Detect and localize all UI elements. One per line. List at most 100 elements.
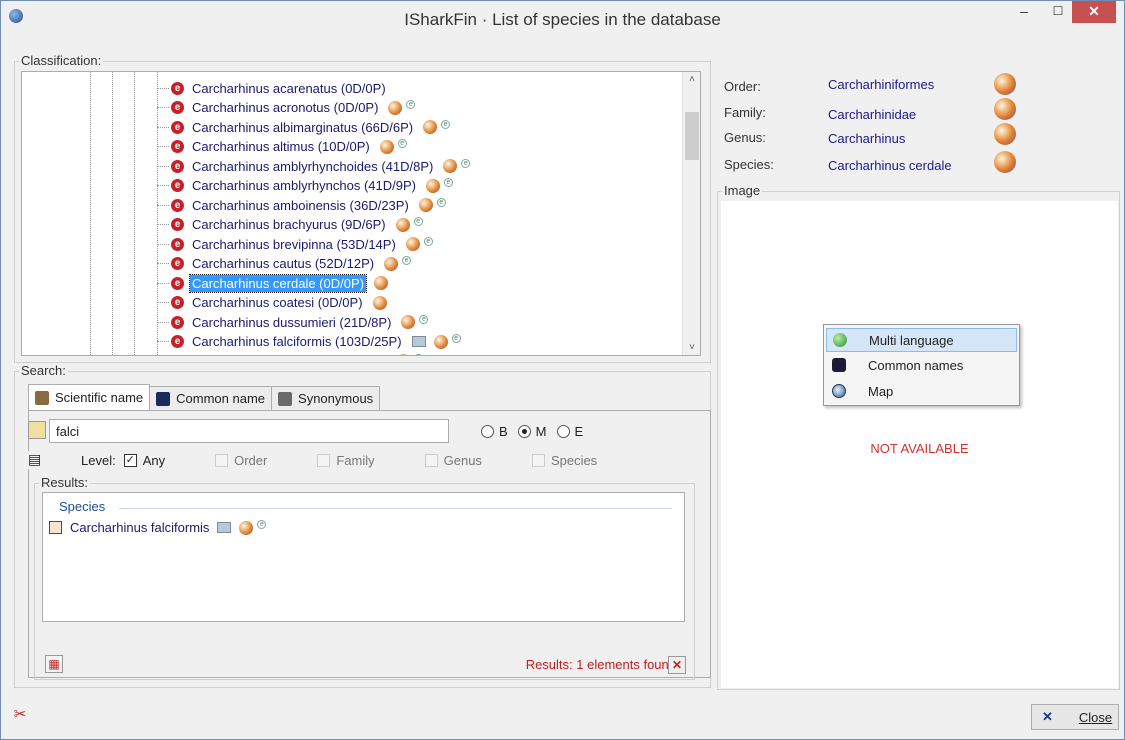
menu-item-multi-language[interactable]: Multi language [826,328,1017,352]
tool-icon[interactable]: ✂ [11,705,29,723]
radio-begin[interactable] [481,425,494,438]
globe-icon[interactable] [443,159,458,173]
species-status-icon: e [171,179,184,192]
tree-item[interactable]: e Carcharhinus albimarginatus (66D/6P) e [157,117,451,137]
tree-item[interactable]: e Carcharhinus falciformis (103D/25P) e [157,332,461,352]
export-results-icon[interactable]: ▦ [45,655,63,673]
close-window-button[interactable]: ✕ [1072,1,1116,23]
globe-icon[interactable] [405,237,420,251]
species-status-icon: e [171,198,184,212]
tree-item[interactable]: e Carcharhinus coatesi (0D/0P) [157,293,387,313]
level-genus-checkbox [424,454,438,467]
tree-item[interactable]: e Carcharhinus dussumieri (21D/8P) e [157,312,429,332]
mini-globe-icon[interactable]: e [402,256,412,265]
tree-item[interactable]: e Carcharhinus fitzroyensis (0D/0P) e [157,351,424,355]
level-genus-label: Genus [443,453,482,468]
mini-globe-icon[interactable]: e [257,520,267,529]
tab-synonymous[interactable]: Synonymous [271,386,381,410]
order-value[interactable]: Carcharhiniformes [828,77,934,92]
mini-globe-icon[interactable]: e [436,197,446,207]
order-globe-icon[interactable] [994,73,1016,95]
globe-icon[interactable] [384,256,399,271]
tree-item[interactable]: e Carcharhinus cautus (52D/12P) e [157,254,412,274]
mini-globe-icon[interactable]: e [419,314,429,324]
search-input[interactable] [49,419,449,443]
mini-globe-icon[interactable]: e [443,178,453,187]
mini-globe-icon[interactable]: e [397,139,407,148]
scroll-down-icon[interactable]: ˅ [683,342,700,353]
species-value[interactable]: Carcharhinus cerdale [828,158,952,173]
genus-value[interactable]: Carcharhinus [828,131,905,146]
globe-icon[interactable] [433,334,448,349]
tab-scientific-name[interactable]: Scientific name [28,384,151,410]
results-list[interactable]: Species Carcharhinus falciformis e [42,492,685,622]
tree-item[interactable]: e Carcharhinus amblyrhynchoides (41D/8P) e [157,156,471,176]
tab-label: Synonymous [298,391,374,406]
menu-item-map[interactable]: Map [826,379,1017,403]
tree-item[interactable]: e Carcharhinus brevipinna (53D/14P) e [157,234,433,254]
mini-globe-icon[interactable]: e [414,353,424,355]
family-globe-icon[interactable] [994,98,1016,120]
mini-globe-icon[interactable]: e [461,158,471,168]
results-status: Results: 1 elements found [525,657,676,672]
species-status-icon: e [171,335,184,348]
tree-item[interactable]: e Carcharhinus brachyurus (9D/6P) e [157,215,423,235]
result-item[interactable]: Carcharhinus falciformis e [49,520,267,535]
scroll-up-icon[interactable]: ˄ [683,74,700,85]
tree-scrollbar[interactable]: ˄ ˅ [682,72,700,355]
radio-end[interactable] [556,425,570,438]
level-any-checkbox[interactable]: ✓ [123,454,137,467]
species-group-header: Species [59,499,106,514]
photo-icon[interactable] [411,336,426,347]
globe-icon[interactable] [379,139,394,154]
mini-globe-icon[interactable]: e [441,119,451,129]
genus-globe-icon[interactable] [994,123,1016,145]
minimize-button[interactable]: – [1010,1,1038,23]
radio-middle[interactable] [517,425,531,438]
species-status-icon: e [171,257,184,270]
close-button-label: Close [1078,709,1113,725]
mini-globe-icon[interactable]: e [413,217,423,226]
globe-icon[interactable] [395,217,410,232]
tree-item[interactable]: e Carcharhinus acronotus (0D/0P) e [157,98,416,118]
tree-item[interactable]: e Carcharhinus amboinensis (36D/23P) e [157,195,446,215]
globe-icon[interactable] [388,100,403,115]
mini-globe-icon[interactable]: e [406,100,416,109]
menu-item-common-names[interactable]: Common names [826,353,1017,377]
tree-item[interactable]: e Carcharhinus cerdale (0D/0P) [157,273,388,293]
tree-item[interactable]: e Carcharhinus altimus (10D/0P) e [157,137,407,157]
tree-item[interactable]: e Carcharhinus amblyrhynchos (41D/9P) e [157,176,453,196]
search-options-icon[interactable] [28,421,46,439]
level-species-label: Species [550,453,598,468]
level-order-label: Order [234,453,268,468]
maximize-button[interactable]: ☐ [1044,1,1072,23]
globe-icon[interactable] [423,120,438,134]
globe-icon[interactable] [425,178,440,193]
tab-common-name[interactable]: Common name [149,386,273,410]
globe-icon[interactable] [372,295,387,310]
globe-icon[interactable] [373,276,388,290]
photo-icon[interactable] [217,522,232,533]
tree-item-label: Carcharhinus brachyurus (9D/6P) [192,217,386,232]
synonymous-icon [278,391,293,406]
globe-icon[interactable] [396,354,411,355]
window-title: ISharkFin · List of species in the datab… [404,10,721,29]
clear-results-button[interactable]: ✕ [668,656,686,674]
globe-icon[interactable] [401,315,416,329]
close-button[interactable]: ✕ Close [1031,704,1119,730]
level-family-label: Family [336,453,375,468]
level-any-label: Any [142,453,166,468]
species-globe-icon[interactable] [994,151,1016,173]
level-order-checkbox [215,454,229,467]
match-position-radios: B M E [481,424,593,439]
family-value[interactable]: Carcharhinidae [828,107,916,122]
mini-globe-icon[interactable]: e [423,236,433,246]
scroll-thumb[interactable] [685,112,699,160]
mini-globe-icon[interactable]: e [451,334,461,343]
classification-tree[interactable]: e Carcharhinus acarenatus (0D/0P) e Carchar… [21,71,701,356]
tree-item[interactable]: e Carcharhinus acarenatus (0D/0P) [157,78,388,98]
globe-icon[interactable] [239,520,254,535]
tree-item-label: Carcharhinus amboinensis (36D/23P) [192,197,409,213]
globe-icon[interactable] [418,198,433,212]
tree-item-label: Carcharhinus falciformis (103D/25P) [192,334,402,349]
